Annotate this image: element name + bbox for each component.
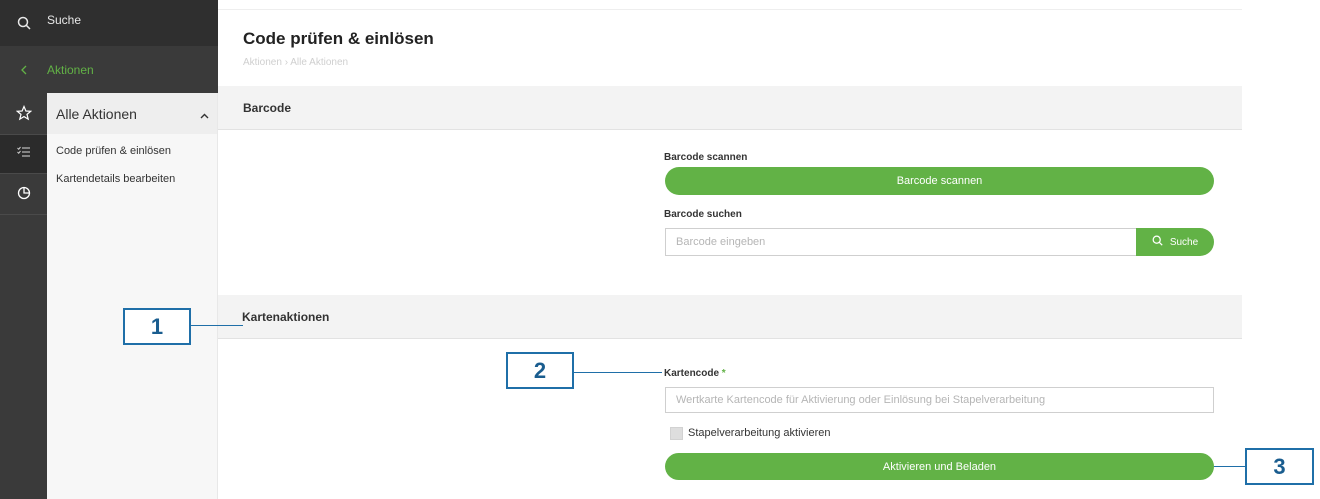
breadcrumb[interactable]: Aktionen › Alle Aktionen (243, 57, 348, 68)
barcode-search-button[interactable]: Suche (1136, 228, 1214, 256)
rail-actions-list[interactable] (0, 135, 47, 173)
batch-checkbox[interactable] (670, 427, 683, 440)
search-icon (1152, 235, 1163, 249)
submenu-item-label: Code prüfen & einlösen (56, 145, 171, 157)
activate-load-button[interactable]: Aktivieren und Beladen (665, 453, 1214, 480)
callout-1: 1 (123, 308, 191, 345)
submenu-item-code-pruefen[interactable]: Code prüfen & einlösen (47, 137, 217, 165)
barcode-section-title: Barcode (243, 100, 292, 115)
barcode-search-placeholder: Barcode eingeben (676, 236, 766, 248)
chevron-up-icon (200, 106, 209, 122)
callout-3: 3 (1245, 448, 1314, 485)
pie-chart-icon (17, 186, 31, 205)
star-icon (15, 104, 32, 126)
card-code-input[interactable]: Wertkarte Kartencode für Aktivierung ode… (665, 387, 1214, 413)
rail-reports[interactable] (0, 176, 47, 214)
submenu-item-label: Kartendetails bearbeiten (56, 173, 176, 185)
card-code-placeholder: Wertkarte Kartencode für Aktivierung ode… (676, 394, 1046, 406)
page-title: Code prüfen & einlösen (243, 29, 434, 48)
checklist-icon (16, 145, 31, 163)
rail-divider (0, 214, 47, 215)
callout-2: 2 (506, 352, 574, 389)
rail-divider (0, 173, 47, 174)
barcode-search-button-label: Suche (1169, 236, 1199, 248)
top-divider (218, 9, 1242, 10)
rail-favorites[interactable] (0, 96, 47, 134)
batch-checkbox-label[interactable]: Stapelverarbeitung aktivieren (688, 427, 830, 439)
card-section-header: Kartenaktionen (218, 295, 1242, 339)
back-label: Aktionen (47, 62, 94, 77)
barcode-search-input[interactable]: Barcode eingeben (665, 228, 1137, 256)
sidebar-search-label: Suche (47, 13, 82, 27)
card-code-label: Kartencode * (664, 368, 726, 379)
card-section-title: Kartenaktionen (242, 309, 330, 324)
submenu-section-header[interactable]: Alle Aktionen (47, 93, 217, 134)
barcode-section-header: Barcode (218, 86, 1242, 130)
sidebar-search[interactable]: Suche (0, 0, 218, 46)
barcode-scan-label: Barcode scannen (664, 152, 748, 163)
chevron-left-icon (0, 65, 47, 75)
callout-1-line (191, 325, 243, 326)
callout-2-line (574, 372, 662, 373)
submenu-item-kartendetails[interactable]: Kartendetails bearbeiten (47, 165, 217, 193)
submenu-panel: Alle Aktionen Code prüfen & einlösen Kar… (47, 93, 218, 499)
callout-3-line (1214, 466, 1245, 467)
card-code-label-text: Kartencode (664, 368, 720, 379)
main-content: Code prüfen & einlösen Aktionen › Alle A… (218, 0, 1242, 499)
required-mark: * (721, 368, 726, 379)
submenu-section-title: Alle Aktionen (56, 105, 137, 122)
barcode-search-label: Barcode suchen (664, 209, 742, 220)
back-to-aktionen[interactable]: Aktionen (0, 46, 218, 93)
barcode-scan-button[interactable]: Barcode scannen (665, 167, 1214, 195)
search-icon (0, 16, 47, 30)
